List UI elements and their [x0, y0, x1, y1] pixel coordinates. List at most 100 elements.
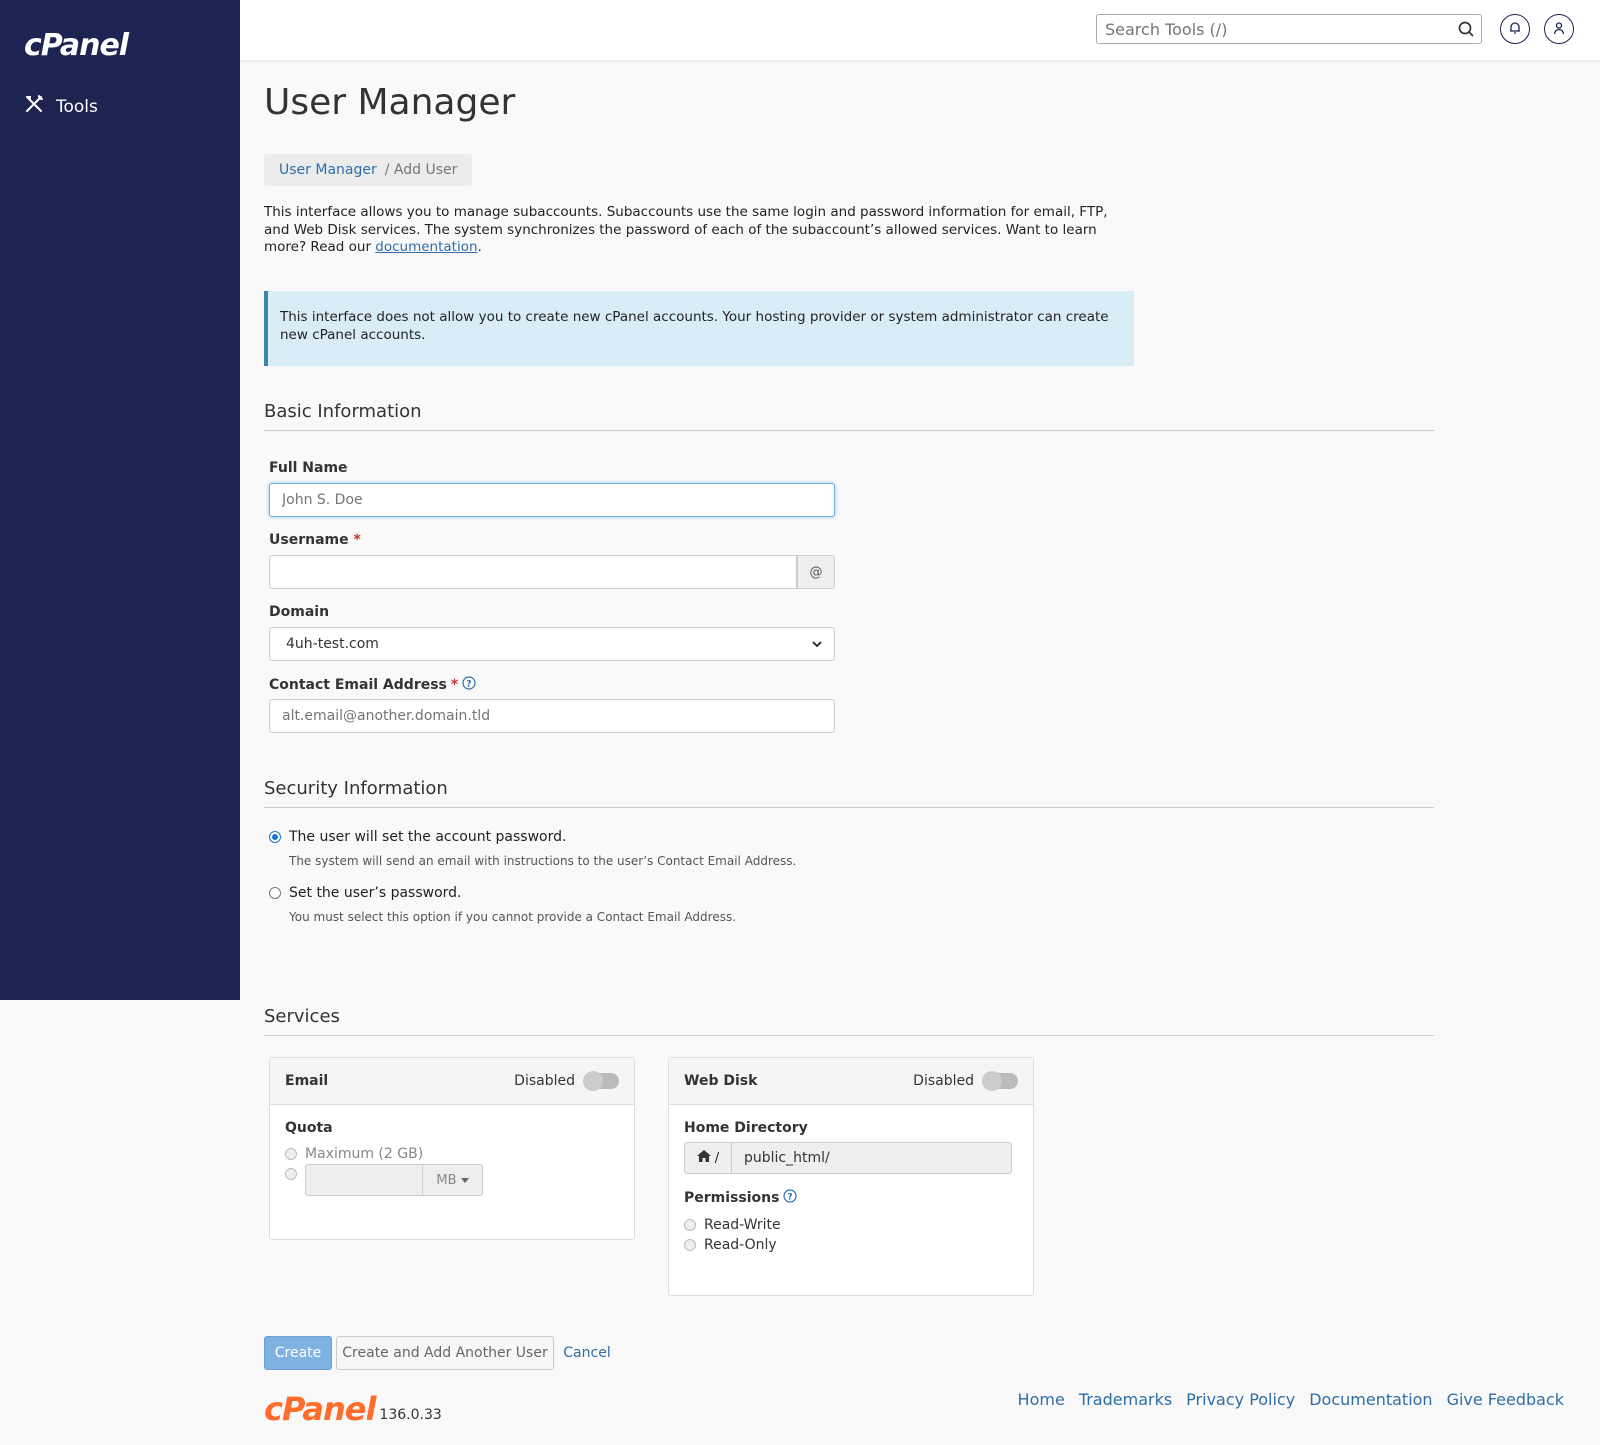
search-box	[1096, 14, 1482, 44]
footer-link-documentation[interactable]: Documentation	[1309, 1390, 1432, 1409]
email-service-panel: Email Disabled Quota Maximum (2 GB) MB	[269, 1057, 635, 1240]
create-button[interactable]: Create	[264, 1336, 332, 1370]
quota-input[interactable]	[305, 1164, 423, 1196]
svg-text:?: ?	[788, 1193, 793, 1203]
cpanel-logo[interactable]: cPanel	[24, 28, 129, 63]
info-alert: This interface does not allow you to cre…	[264, 291, 1134, 366]
footer-links: Home Trademarks Privacy Policy Documenta…	[1018, 1390, 1564, 1409]
chevron-down-icon	[812, 636, 822, 652]
domain-label: Domain	[269, 604, 330, 620]
page-title: User Manager	[264, 82, 516, 123]
toggle-switch[interactable]	[982, 1071, 1018, 1091]
footer-brand: cPanel 136.0.33	[264, 1390, 442, 1428]
email-toggle[interactable]: Disabled	[514, 1071, 619, 1091]
help-icon[interactable]: ?	[462, 676, 476, 694]
cancel-link[interactable]: Cancel	[563, 1336, 610, 1370]
search-input[interactable]	[1097, 15, 1453, 43]
option2-help: You must select this option if you canno…	[289, 910, 737, 924]
radio-disabled[interactable]	[285, 1168, 297, 1180]
contact-email-input[interactable]	[269, 699, 835, 733]
read-only-option[interactable]: Read-Only	[684, 1237, 1018, 1253]
full-name-input[interactable]	[269, 483, 835, 517]
domain-select[interactable]: 4uh-test.com	[269, 627, 835, 661]
permissions-label: Permissions ?	[684, 1189, 1018, 1207]
footer-link-trademarks[interactable]: Trademarks	[1079, 1390, 1172, 1409]
top-bar	[240, 0, 1600, 60]
search-icon[interactable]	[1457, 20, 1475, 42]
option-label: The user will set the account password.	[289, 829, 567, 845]
max-quota-option[interactable]: Maximum (2 GB)	[285, 1146, 619, 1162]
sidebar-item-tools[interactable]: Tools	[24, 94, 98, 119]
email-panel-title: Email	[285, 1073, 329, 1089]
footer-link-home[interactable]: Home	[1018, 1390, 1065, 1409]
max-quota-label: Maximum (2 GB)	[305, 1146, 424, 1162]
bell-icon	[1508, 20, 1522, 39]
home-directory-input[interactable]: public_html/	[732, 1142, 1012, 1174]
footer-link-feedback[interactable]: Give Feedback	[1447, 1390, 1564, 1409]
home-directory-label: Home Directory	[684, 1120, 808, 1136]
basic-info-heading: Basic Information	[264, 401, 1434, 431]
sidebar-item-label: Tools	[56, 96, 98, 117]
create-and-add-another-button[interactable]: Create and Add Another User	[336, 1336, 554, 1370]
footer-link-privacy[interactable]: Privacy Policy	[1186, 1390, 1295, 1409]
webdisk-status: Disabled	[913, 1073, 974, 1089]
radio-disabled[interactable]	[285, 1148, 297, 1160]
read-write-option[interactable]: Read-Write	[684, 1217, 1018, 1233]
permissions-label-text: Permissions	[684, 1190, 780, 1206]
documentation-link[interactable]: documentation	[375, 239, 477, 255]
radio-disabled[interactable]	[684, 1219, 696, 1231]
webdisk-panel-title: Web Disk	[684, 1073, 758, 1089]
unit-label: MB	[436, 1172, 457, 1188]
footer-cpanel-logo[interactable]: cPanel	[264, 1390, 376, 1428]
breadcrumb-parent-link[interactable]: User Manager	[279, 162, 377, 178]
email-panel-header: Email Disabled	[270, 1058, 634, 1105]
read-only-label: Read-Only	[704, 1237, 777, 1253]
webdisk-toggle[interactable]: Disabled	[913, 1071, 1018, 1091]
contact-email-label: Contact Email Address * ?	[269, 676, 476, 694]
intro-text: This interface allows you to manage suba…	[264, 204, 1134, 257]
toggle-switch[interactable]	[583, 1071, 619, 1091]
quota-input-group: MB	[305, 1164, 483, 1196]
tools-icon	[24, 94, 44, 119]
username-label: Username *	[269, 532, 361, 548]
radio-unselected[interactable]	[269, 887, 281, 899]
custom-quota-option[interactable]: MB	[285, 1164, 619, 1196]
home-icon	[696, 1150, 711, 1166]
quota-label: Quota	[285, 1120, 333, 1136]
home-prefix-slash: /	[714, 1150, 720, 1166]
radio-selected[interactable]	[269, 831, 281, 843]
help-icon[interactable]: ?	[783, 1189, 798, 1207]
option1-help: The system will send an email with instr…	[289, 854, 797, 868]
domain-selected-value: 4uh-test.com	[286, 636, 379, 652]
svg-text:?: ?	[467, 680, 472, 690]
services-heading: Services	[264, 1006, 1434, 1036]
webdisk-service-panel: Web Disk Disabled Home Directory / publi…	[668, 1057, 1034, 1296]
user-icon	[1552, 20, 1566, 39]
username-input[interactable]	[269, 555, 797, 589]
intro-end: .	[477, 239, 482, 255]
home-directory-group: / public_html/	[684, 1142, 1018, 1174]
version-number: 136.0.33	[379, 1407, 442, 1423]
username-label-text: Username	[269, 532, 349, 548]
breadcrumb: User Manager / Add User	[264, 154, 473, 186]
at-addon: @	[797, 555, 835, 589]
user-sets-password-option[interactable]: The user will set the account password.	[269, 829, 566, 845]
required-mark: *	[450, 677, 459, 693]
radio-disabled[interactable]	[684, 1239, 696, 1251]
full-name-label: Full Name	[269, 460, 348, 476]
webdisk-panel-body: Home Directory / public_html/ Permission…	[669, 1105, 1033, 1268]
user-menu-button[interactable]	[1544, 14, 1574, 44]
sidebar: cPanel Tools	[0, 0, 240, 1000]
breadcrumb-current: / Add User	[384, 162, 458, 178]
set-password-option[interactable]: Set the user’s password.	[269, 885, 462, 901]
contact-email-label-text: Contact Email Address	[269, 677, 447, 693]
home-prefix: /	[684, 1142, 732, 1174]
webdisk-panel-header: Web Disk Disabled	[669, 1058, 1033, 1105]
notifications-button[interactable]	[1500, 14, 1530, 44]
required-mark: *	[353, 532, 361, 548]
caret-down-icon	[460, 1173, 469, 1188]
read-write-label: Read-Write	[704, 1217, 781, 1233]
quota-unit-dropdown[interactable]: MB	[423, 1164, 483, 1196]
security-info-heading: Security Information	[264, 778, 1434, 808]
option-label: Set the user’s password.	[289, 885, 462, 901]
